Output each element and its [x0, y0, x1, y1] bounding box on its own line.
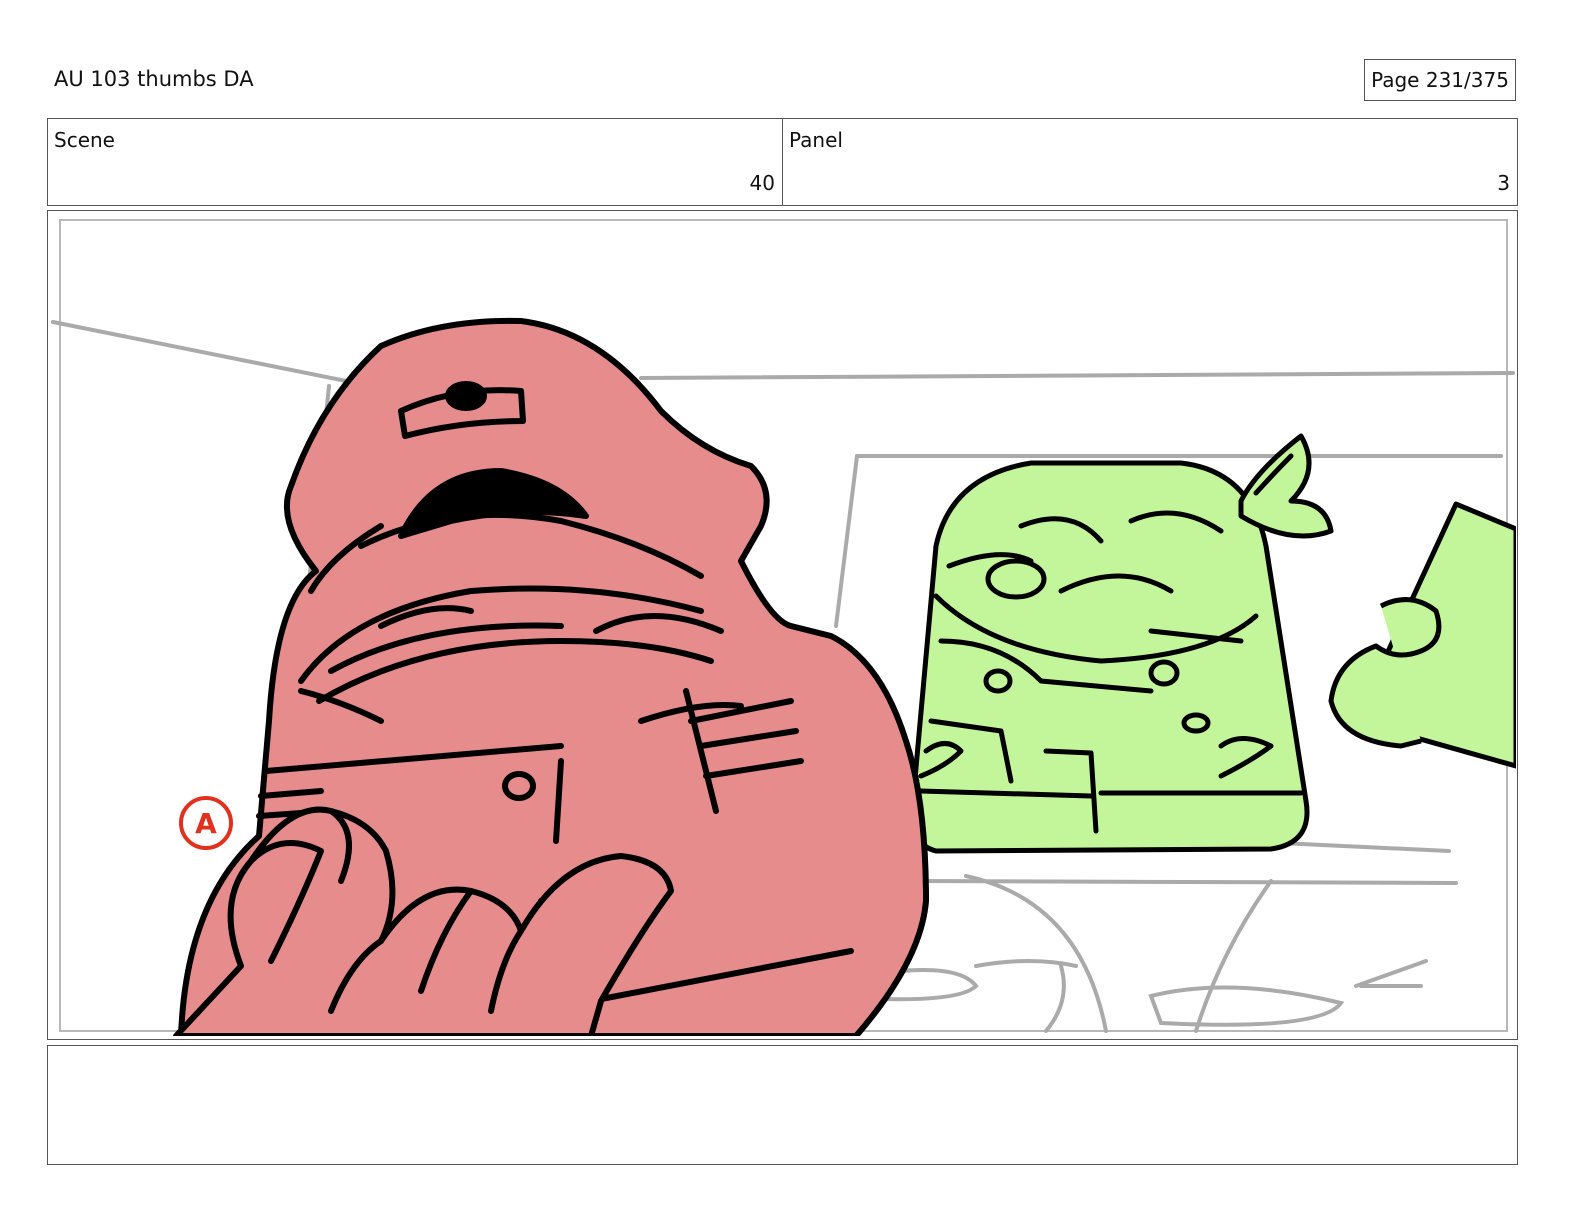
- annotation-a-marker: A: [179, 796, 233, 850]
- page-indicator: Page 231/375: [1364, 59, 1516, 101]
- red-character: [173, 317, 929, 1036]
- panel-label: Panel: [789, 128, 843, 152]
- storyboard-panel-frame: A: [47, 210, 1518, 1040]
- notes-box: [47, 1045, 1518, 1165]
- scene-cell: Scene 40: [48, 119, 782, 205]
- green-sign-and-hand: [1328, 501, 1516, 769]
- annotation-a-letter: A: [195, 807, 217, 840]
- storyboard-drawing: A: [51, 219, 1516, 1036]
- scene-number: 40: [749, 171, 775, 195]
- scene-label: Scene: [54, 128, 115, 152]
- panel-number: 3: [1497, 171, 1510, 195]
- scene-panel-info: Scene 40 Panel 3: [47, 118, 1518, 206]
- panel-cell: Panel 3: [782, 119, 1517, 205]
- green-character: [909, 433, 1334, 854]
- document-title: AU 103 thumbs DA: [54, 67, 254, 91]
